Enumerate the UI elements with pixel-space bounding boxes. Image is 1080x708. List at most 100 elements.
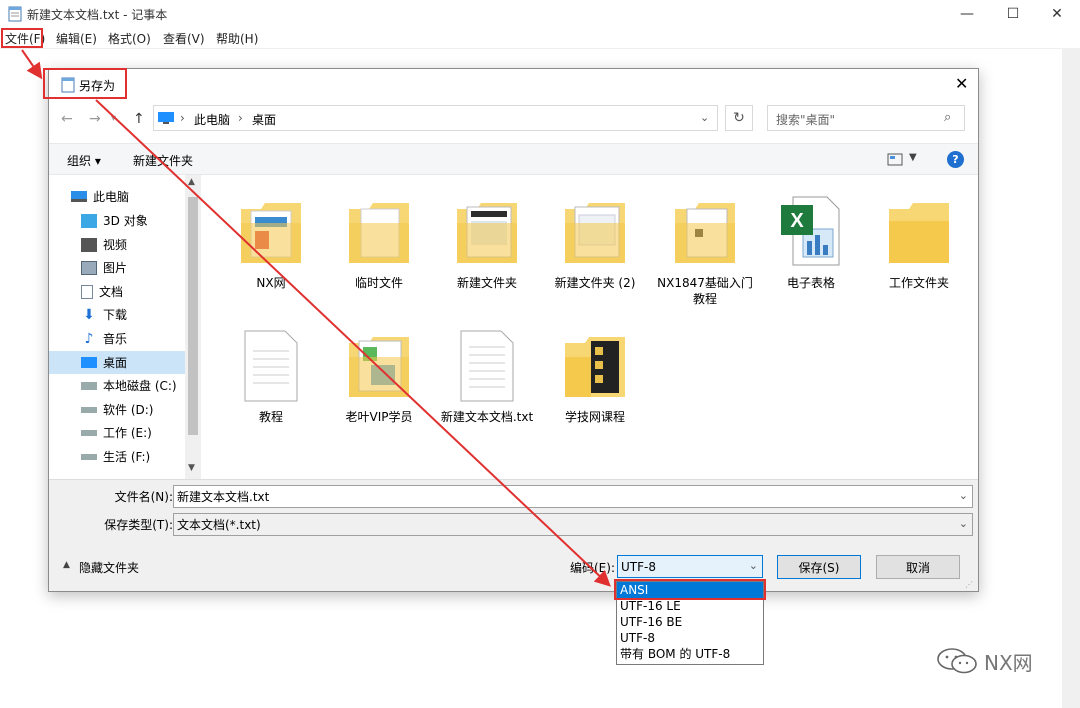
nav-item-3d[interactable]: 3D 对象 [49,209,185,232]
filename-input[interactable]: 新建文本文档.txt ⌄ [173,485,973,508]
view-options-icon[interactable] [887,153,903,166]
file-item-new-folder-2[interactable]: 新建文件夹 (2) [547,183,643,313]
nav-item-documents[interactable]: 文档 [49,280,185,303]
nav-label: 音乐 [103,332,128,346]
save-as-dialog: 另存为 ✕ ← → ▾ ↑ › 此电脑 › 桌面 ⌄ ↻ 搜索"桌面" ⌕ 组织… [48,68,979,592]
filetype-select[interactable]: 文本文档(*.txt) ⌄ [173,513,973,536]
nav-item-videos[interactable]: 视频 [49,233,185,256]
file-item-new-folder[interactable]: 新建文件夹 [439,183,535,313]
maximize-button[interactable]: ☐ [990,0,1036,28]
nav-item-downloads[interactable]: ⬇ 下载 [49,303,185,326]
minimize-button[interactable]: — [944,0,990,28]
menu-edit[interactable]: 编辑(E) [56,30,97,47]
navigation-pane: 此电脑 3D 对象 视频 图片 文档 ⬇ 下载 ♪ 音乐 桌面 本地磁盘 (C:) … [49,175,201,479]
file-label: 临时文件 [354,276,403,290]
folder-icon [349,337,409,397]
encoding-option-utf16be[interactable]: UTF-16 BE [617,614,763,630]
encoding-label: 编码(E): [570,561,615,575]
scroll-up-icon[interactable]: ▲ [188,177,195,187]
music-icon: ♪ [84,330,94,347]
nav-item-pc[interactable]: 此电脑 [49,185,185,208]
path-segment-pc[interactable]: 此电脑 [194,111,230,128]
chevron-down-icon[interactable]: ⌄ [959,517,968,530]
nav-item-drive-f[interactable]: 生活 (F:) [49,445,185,468]
vertical-scrollbar[interactable] [1062,48,1080,708]
nav-item-music[interactable]: ♪ 音乐 [49,327,185,350]
file-item-course[interactable]: 学技网课程 [547,317,643,447]
pictures-icon [81,260,97,275]
encoding-option-utf8-bom[interactable]: 带有 BOM 的 UTF-8 [617,646,763,662]
scroll-thumb[interactable] [188,197,198,435]
search-input[interactable]: 搜索"桌面" ⌕ [767,105,965,131]
chevron-down-icon[interactable]: ⌄ [749,559,758,572]
nav-label: 工作 (E:) [103,426,152,440]
view-chevron-icon[interactable]: ▼ [909,152,917,163]
file-item-nx1847[interactable]: NX1847基础入门教程 [657,183,753,313]
file-item-work-folder[interactable]: 工作文件夹 [871,183,967,313]
chevron-down-icon[interactable]: ⌄ [700,111,709,124]
file-item-temp[interactable]: 临时文件 [331,183,427,313]
filetype-value: 文本文档(*.txt) [177,518,261,532]
svg-text:X: X [790,210,804,232]
nav-scrollbar[interactable]: ▲ ▼ [185,175,201,479]
chevron-up-icon[interactable]: ▲ [63,560,70,570]
file-label: 老叶VIP学员 [345,410,413,424]
folder-icon [457,203,517,263]
dialog-toolbar: 组织 ▾ 新建文件夹 ▼ ? [49,143,978,175]
file-item-vip[interactable]: 老叶VIP学员 [331,317,427,447]
chevron-down-icon[interactable]: ⌄ [959,489,968,502]
address-row: ← → ▾ ↑ › 此电脑 › 桌面 ⌄ ↻ 搜索"桌面" ⌕ [49,101,978,137]
address-bar[interactable]: › 此电脑 › 桌面 ⌄ [153,105,718,131]
dialog-bottom-panel: 文件名(N): 新建文本文档.txt ⌄ 保存类型(T): 文本文档(*.txt… [49,479,978,591]
search-icon: ⌕ [944,110,952,125]
nav-item-pictures[interactable]: 图片 [49,256,185,279]
folder-icon [565,337,625,397]
hide-folders-toggle[interactable]: 隐藏文件夹 [79,559,139,576]
path-segment-desktop[interactable]: 桌面 [252,111,276,128]
encoding-option-utf8[interactable]: UTF-8 [617,630,763,646]
nav-label: 本地磁盘 (C:) [103,379,177,393]
file-item-spreadsheet[interactable]: X 电子表格 [763,183,859,313]
resize-grip-icon[interactable]: ⋰ [965,580,973,589]
documents-icon [81,284,93,299]
filename-value: 新建文本文档.txt [177,490,270,504]
save-button[interactable]: 保存(S) [777,555,861,579]
refresh-button[interactable]: ↻ [725,105,753,131]
pc-icon [71,191,87,202]
download-icon: ⬇ [83,306,95,323]
file-item-new-text-doc[interactable]: 新建文本文档.txt [439,317,535,447]
menu-view[interactable]: 查看(V) [163,30,205,47]
file-label: 工作文件夹 [888,276,949,290]
file-item-tutorial[interactable]: 教程 [223,317,319,447]
nav-item-drive-c[interactable]: 本地磁盘 (C:) [49,374,185,397]
cancel-button[interactable]: 取消 [876,555,960,579]
menu-help[interactable]: 帮助(H) [216,30,258,47]
encoding-option-utf16le[interactable]: UTF-16 LE [617,598,763,614]
file-item-nx[interactable]: NX网 [223,183,319,313]
organize-button[interactable]: 组织 ▾ [67,152,101,169]
nav-label: 3D 对象 [103,214,148,228]
menu-format[interactable]: 格式(O) [108,30,151,47]
pc-icon [158,112,174,124]
encoding-select[interactable]: UTF-8 ⌄ [617,555,763,578]
scroll-down-icon[interactable]: ▼ [188,463,195,473]
nav-label: 视频 [103,238,128,252]
up-icon[interactable]: ↑ [133,111,145,127]
file-label: NX网 [256,276,286,290]
nav-item-desktop[interactable]: 桌面 [49,351,185,374]
history-chevron-icon[interactable]: ▾ [111,113,116,124]
new-folder-button[interactable]: 新建文件夹 [133,152,193,169]
file-list: NX网 临时文件 新建文件夹 新建文件夹 (2) NX1847基础入门教程 X … [203,175,978,479]
back-icon[interactable]: ← [61,111,73,127]
close-window-button[interactable]: ✕ [1034,0,1080,28]
help-icon[interactable]: ? [947,151,964,168]
nav-item-drive-e[interactable]: 工作 (E:) [49,421,185,444]
nav-item-drive-d[interactable]: 软件 (D:) [49,398,185,421]
watermark: NX网 [936,646,1056,676]
path-separator-icon: › [180,111,185,125]
video-icon [81,237,97,252]
dialog-close-button[interactable]: ✕ [955,74,968,93]
highlight-file-menu [1,28,43,48]
forward-icon[interactable]: → [89,111,101,127]
folder-icon [565,203,625,263]
